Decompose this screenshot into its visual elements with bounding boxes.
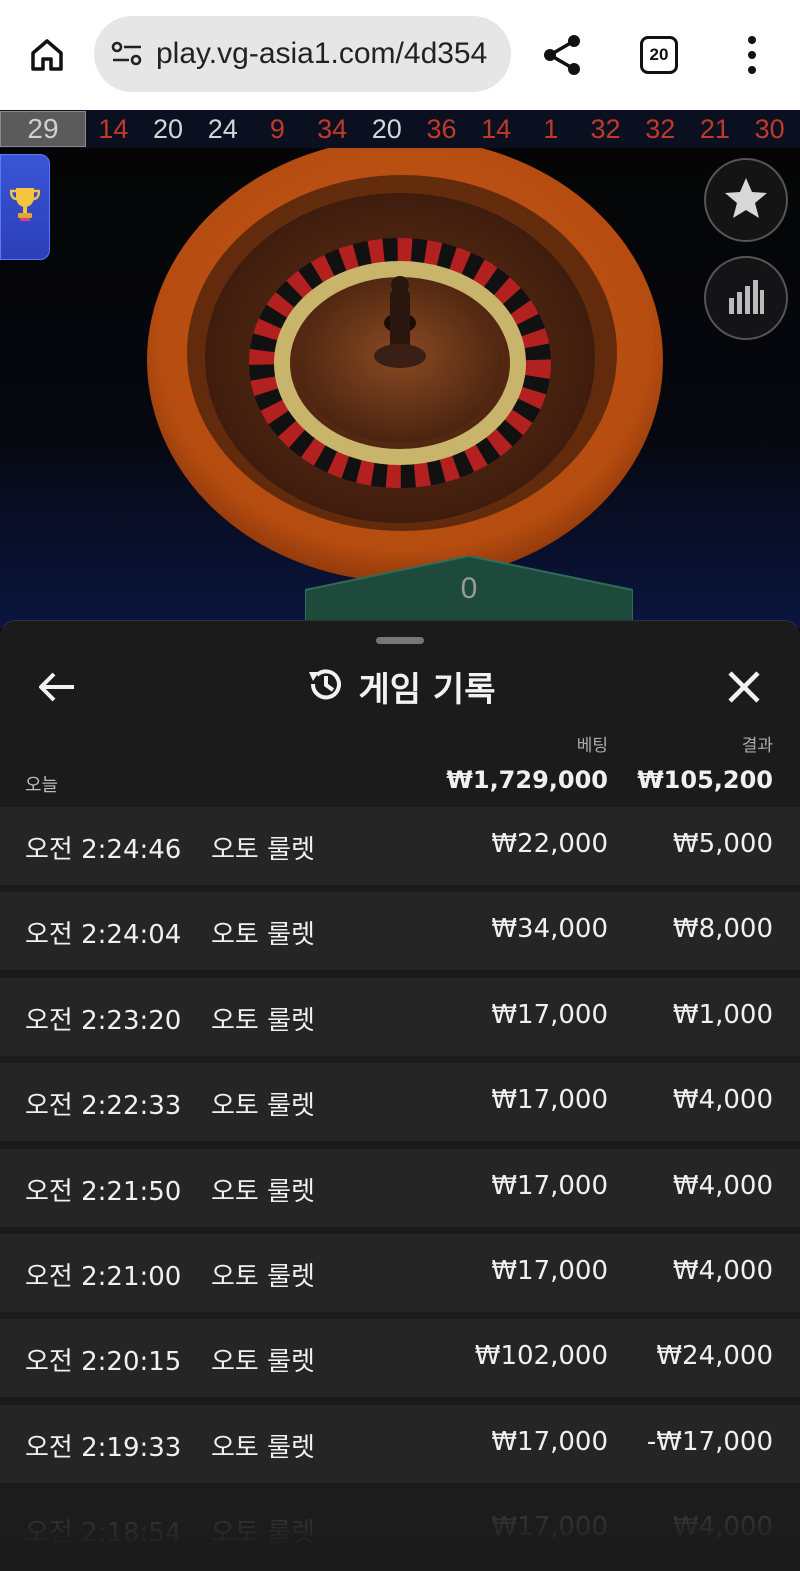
summary-bet-total: ₩1,729,000	[446, 766, 608, 794]
history-row[interactable]: 오전 2:24:46 오토 룰렛 ₩22,000 ₩5,000	[0, 807, 800, 885]
row-result: ₩4,000	[672, 1085, 773, 1116]
history-number: 20	[371, 113, 402, 144]
row-time: 오전 2:20:15	[25, 1347, 182, 1378]
history-number: 30	[754, 113, 785, 144]
row-game: 오토 룰렛	[211, 1261, 315, 1292]
row-game: 오토 룰렛	[211, 1518, 315, 1549]
row-time: 오전 2:24:04	[25, 920, 182, 951]
score-value: 0	[460, 572, 478, 605]
results-history-list: 14 20 24 9 34 20 36 14 1 32 32 21 30	[86, 114, 800, 145]
row-result: ₩24,000	[656, 1341, 773, 1372]
address-bar[interactable]: play.vg-asia1.com/4d354	[94, 16, 511, 92]
history-number: 14	[98, 113, 129, 144]
row-result: -₩17,000	[646, 1426, 773, 1457]
row-result: ₩1,000	[672, 999, 773, 1030]
row-result: ₩4,000	[672, 1512, 773, 1543]
history-number: 20	[153, 113, 184, 144]
history-row[interactable]: 오전 2:19:33 오토 룰렛 ₩17,000 -₩17,000	[0, 1404, 800, 1483]
history-row[interactable]: 오전 2:22:33 오토 룰렛 ₩17,000 ₩4,000	[0, 1063, 800, 1142]
history-number: 32	[590, 113, 621, 144]
statistics-button[interactable]	[704, 256, 788, 340]
history-number: 21	[699, 113, 730, 144]
history-row[interactable]: 오전 2:21:00 오토 룰렛 ₩17,000 ₩4,000	[0, 1233, 800, 1312]
row-result: ₩5,000	[672, 829, 773, 859]
row-time: 오전 2:23:20	[25, 1005, 182, 1036]
row-game: 오토 룰렛	[211, 920, 315, 951]
row-result: ₩4,000	[672, 1255, 773, 1286]
summary-result-total: ₩105,200	[637, 766, 773, 794]
more-vert-icon[interactable]	[740, 34, 764, 76]
row-bet: ₩17,000	[491, 1085, 608, 1116]
history-number: 34	[317, 113, 348, 144]
row-result: ₩4,000	[672, 1170, 773, 1201]
star-icon	[723, 176, 769, 224]
row-bet: ₩34,000	[491, 914, 608, 945]
row-time: 오전 2:22:33	[25, 1091, 182, 1122]
sheet-header: 게임 기록	[0, 661, 800, 711]
history-number: 32	[645, 113, 676, 144]
history-row[interactable]: 오전 2:21:50 오토 룰렛 ₩17,000 ₩4,000	[0, 1148, 800, 1227]
history-row[interactable]: 오전 2:20:15 오토 룰렛 ₩102,000 ₩24,000	[0, 1319, 800, 1398]
column-header-result: 결과	[741, 736, 773, 756]
row-game: 오토 룰렛	[211, 1347, 315, 1378]
history-list: 오전 2:24:46 오토 룰렛 ₩22,000 ₩5,000 오전 2:24:…	[0, 807, 800, 1571]
trophy-icon	[9, 185, 41, 229]
row-time: 오전 2:21:50	[25, 1176, 182, 1207]
latest-result: 29	[0, 111, 86, 147]
game-history-sheet: 게임 기록 베팅 결과 오늘 ₩1,729,000 ₩105,200 오전 2:…	[0, 620, 800, 1571]
row-bet: ₩17,000	[491, 1255, 608, 1286]
row-bet: ₩102,000	[474, 1341, 608, 1372]
sheet-title: 게임 기록	[358, 669, 496, 710]
close-icon[interactable]	[722, 665, 766, 709]
row-game: 오토 룰렛	[211, 835, 315, 865]
share-icon[interactable]	[540, 32, 586, 78]
tabs-icon[interactable]: 20	[640, 36, 678, 74]
history-number: 24	[207, 113, 238, 144]
site-settings-icon[interactable]	[110, 37, 144, 71]
row-time: 오전 2:19:33	[25, 1432, 182, 1463]
row-bet: ₩17,000	[491, 1170, 608, 1201]
history-number: 14	[481, 113, 512, 144]
row-game: 오토 룰렛	[211, 1005, 315, 1036]
history-number: 1	[543, 113, 559, 144]
row-time: 오전 2:21:00	[25, 1261, 182, 1292]
row-game: 오토 룰렛	[211, 1176, 315, 1207]
row-bet: ₩17,000	[491, 1512, 608, 1543]
history-row[interactable]: 오전 2:23:20 오토 룰렛 ₩17,000 ₩1,000	[0, 977, 800, 1056]
history-icon	[305, 664, 345, 708]
row-bet: ₩22,000	[491, 829, 608, 859]
summary-label: 오늘	[25, 775, 59, 796]
row-result: ₩8,000	[672, 914, 773, 945]
trophy-button[interactable]	[0, 154, 50, 260]
tab-count: 20	[649, 45, 669, 64]
favorite-button[interactable]	[704, 158, 788, 242]
row-bet: ₩17,000	[491, 999, 608, 1030]
column-header-bet: 베팅	[576, 736, 608, 756]
home-icon[interactable]	[22, 30, 72, 80]
row-time: 오전 2:24:46	[25, 835, 182, 865]
history-row[interactable]: 오전 2:24:04 오토 룰렛 ₩34,000 ₩8,000	[0, 892, 800, 971]
statistics-icon	[727, 276, 765, 320]
results-history-strip: 29 14 20 24 9 34 20 36 14 1 32 32 21 30	[0, 110, 800, 148]
browser-toolbar: play.vg-asia1.com/4d354 20	[0, 0, 800, 110]
row-time: 오전 2:18:54	[25, 1518, 182, 1549]
history-row[interactable]: 오전 2:18:54 오토 룰렛 ₩17,000 ₩4,000	[0, 1490, 800, 1569]
sheet-drag-handle[interactable]	[376, 637, 424, 644]
row-game: 오토 룰렛	[211, 1091, 315, 1122]
row-game: 오토 룰렛	[211, 1432, 315, 1463]
row-bet: ₩17,000	[491, 1426, 608, 1457]
url-text[interactable]: play.vg-asia1.com/4d354	[156, 37, 487, 71]
history-number: 36	[426, 113, 457, 144]
history-number: 9	[269, 113, 285, 144]
